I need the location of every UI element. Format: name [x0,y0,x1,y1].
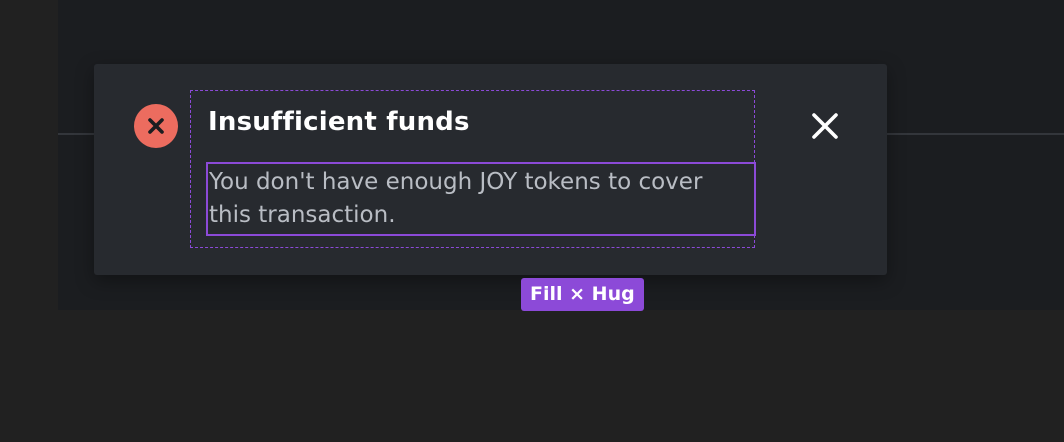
toast-content-container: Insufficient funds You don't have enough… [190,90,756,311]
toast-message: You don't have enough JOY tokens to cove… [209,169,703,228]
design-canvas: Insufficient funds You don't have enough… [0,0,1064,442]
error-toast: Insufficient funds You don't have enough… [94,64,887,311]
sizing-badge: Fill × Hug [521,278,644,311]
error-circle-x-icon [134,104,178,148]
close-icon [805,106,845,146]
toast-title: Insufficient funds [208,107,470,137]
message-selection-box[interactable]: You don't have enough JOY tokens to cove… [206,162,756,236]
close-button[interactable] [805,106,845,146]
